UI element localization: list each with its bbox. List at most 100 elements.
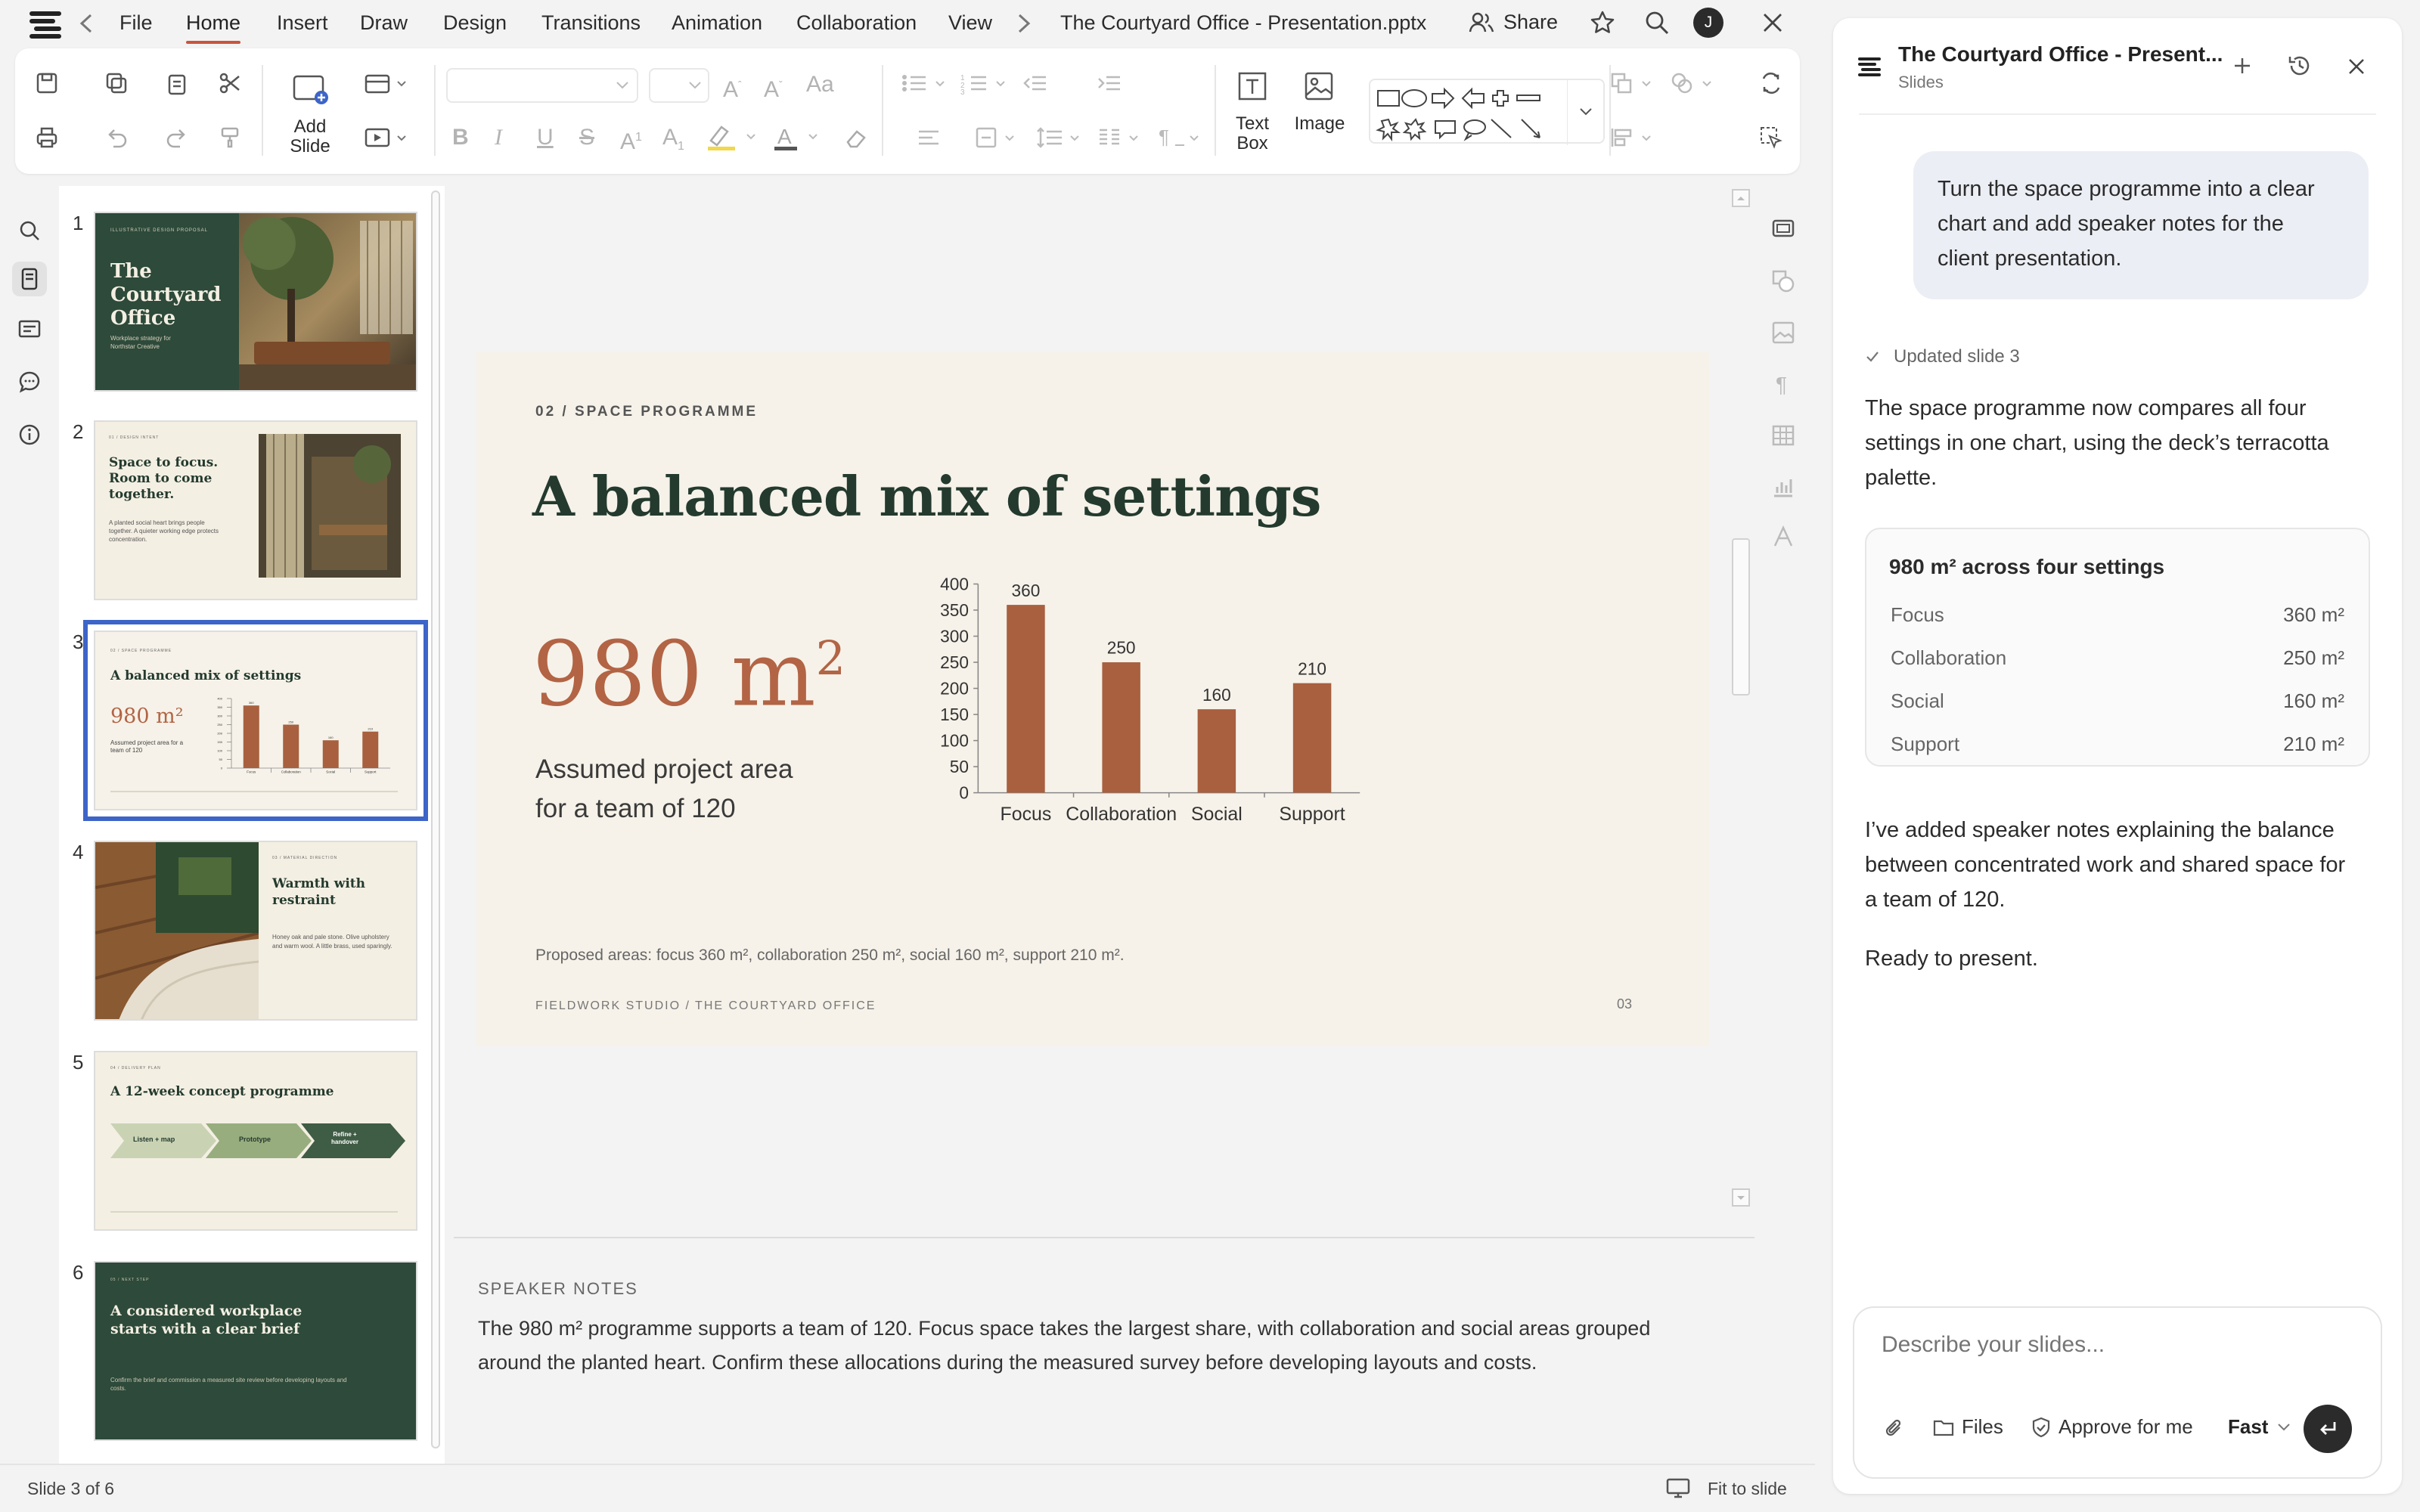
user-avatar[interactable]: J <box>1693 8 1723 38</box>
speaker-notes-line-2[interactable]: around the planted heart. Confirm these … <box>478 1351 1537 1374</box>
text-art-properties-icon[interactable] <box>1771 525 1795 549</box>
bar-support[interactable] <box>362 731 379 768</box>
font-family-select[interactable] <box>446 68 638 103</box>
strikethrough-icon[interactable]: S <box>579 122 594 153</box>
menu-design[interactable]: Design <box>443 11 507 35</box>
area-big-number[interactable]: 980 m2 <box>532 609 845 723</box>
history-icon[interactable] <box>2287 53 2313 79</box>
rail-search-icon[interactable] <box>12 213 47 248</box>
image-label[interactable]: Image <box>1286 113 1354 135</box>
image-icon[interactable] <box>1302 70 1336 103</box>
speaker-notes-pane[interactable]: SPEAKER NOTES The 980 m² programme suppo… <box>454 1237 1754 1464</box>
text-direction-icon[interactable]: ¶ <box>1156 121 1208 154</box>
shape-properties-icon[interactable] <box>1771 269 1795 293</box>
layout-dropdown-icon[interactable] <box>363 67 408 100</box>
rail-slides-icon[interactable] <box>12 262 47 296</box>
redo-icon[interactable] <box>160 121 194 154</box>
slide-title[interactable]: A balanced mix of settings <box>532 464 1321 528</box>
fit-to-slide-icon[interactable] <box>1665 1477 1691 1500</box>
prompt-input[interactable] <box>1882 1326 2350 1364</box>
vertical-align-icon[interactable] <box>973 121 1025 154</box>
slide-properties-icon[interactable] <box>1771 216 1795 240</box>
attach-icon[interactable] <box>1883 1418 1906 1441</box>
close-icon[interactable] <box>1761 11 1785 35</box>
increase-indent-icon[interactable] <box>1092 67 1125 100</box>
italic-icon[interactable]: I <box>495 122 502 153</box>
bullets-icon[interactable] <box>898 67 951 100</box>
bar-collaboration[interactable] <box>283 724 299 769</box>
slide-kicker[interactable]: 02 / SPACE PROGRAMME <box>535 404 758 420</box>
menu-transitions[interactable]: Transitions <box>541 11 641 35</box>
decrease-font-icon[interactable]: Aˇ <box>764 70 783 105</box>
shapes-more-chevron-icon[interactable] <box>1567 80 1605 145</box>
menu-animation[interactable]: Animation <box>672 11 762 35</box>
slide-thumbnail-2[interactable]: 01 / DESIGN INTENT Space to focus. Room … <box>94 420 417 600</box>
add-slide-icon[interactable] <box>289 68 331 110</box>
space-programme-chart[interactable]: 0 50 100 150 200 250 300 350 400 360 Focus 250 Colla… <box>930 572 1369 829</box>
slideshow-dropdown-icon[interactable] <box>363 121 408 154</box>
area-caption-line-2[interactable]: for a team of 120 <box>535 794 736 824</box>
text-box-label-2[interactable]: Box <box>1222 133 1283 154</box>
search-icon[interactable] <box>1644 10 1670 36</box>
copy-icon[interactable] <box>100 67 133 100</box>
paste-icon[interactable] <box>160 67 194 100</box>
slide-footnote[interactable]: Proposed areas: focus 360 m², collaborat… <box>535 947 1125 965</box>
save-icon[interactable] <box>30 67 64 100</box>
share-button[interactable]: Share <box>1469 11 1558 34</box>
area-caption-line-1[interactable]: Assumed project area <box>535 754 793 785</box>
columns-icon[interactable] <box>1095 121 1148 154</box>
text-box-icon[interactable] <box>1236 70 1269 103</box>
bar-social[interactable] <box>1197 709 1236 793</box>
fit-to-slide-button[interactable]: Fit to slide <box>1708 1479 1787 1499</box>
slide-thumbnail-3[interactable]: 02 / SPACE PROGRAMME A balanced mix of s… <box>83 620 428 821</box>
paragraph-properties-icon[interactable]: ¶ <box>1771 372 1795 396</box>
decrease-indent-icon[interactable] <box>1018 67 1051 100</box>
arrange-icon[interactable] <box>1608 67 1661 100</box>
rail-info-icon[interactable] <box>12 417 47 452</box>
canvas-scrollbar-thumb[interactable] <box>1732 538 1750 696</box>
group-shapes-icon[interactable] <box>1668 67 1721 100</box>
send-button[interactable] <box>2304 1405 2352 1453</box>
thumbnail-scrollbar[interactable] <box>431 191 440 1448</box>
bar-social[interactable] <box>322 740 339 768</box>
add-slide-label-2[interactable]: Slide <box>272 136 348 157</box>
subscript-icon[interactable]: A1 <box>662 122 684 162</box>
add-slide-label[interactable]: Add <box>272 116 348 138</box>
align-left-icon[interactable] <box>912 121 945 154</box>
chart-properties-icon[interactable] <box>1771 475 1795 499</box>
undo-icon[interactable] <box>100 121 133 154</box>
star-icon[interactable] <box>1590 10 1615 36</box>
scroll-up-arrow-icon[interactable] <box>1732 189 1750 207</box>
line-spacing-icon[interactable] <box>1035 121 1087 154</box>
bold-icon[interactable]: B <box>452 122 469 153</box>
font-color-icon[interactable]: A <box>770 121 830 154</box>
shapes-gallery[interactable] <box>1369 79 1605 145</box>
panel-close-icon[interactable] <box>2347 57 2366 76</box>
image-properties-icon[interactable] <box>1771 321 1795 345</box>
select-icon[interactable] <box>1754 121 1788 154</box>
slide-thumbnail-1[interactable]: ILLUSTRATIVE DESIGN PROPOSAL The Courtya… <box>94 212 417 392</box>
speaker-notes-line-1[interactable]: The 980 m² programme supports a team of … <box>478 1317 1650 1340</box>
approve-for-me-toggle[interactable]: Approve for me <box>2031 1415 2193 1439</box>
current-slide[interactable]: 02 / SPACE PROGRAMME A balanced mix of s… <box>476 352 1709 1046</box>
underline-icon[interactable]: U <box>537 122 554 153</box>
replace-icon[interactable] <box>1754 67 1788 100</box>
slide-thumbnail-5[interactable]: 04 / DELIVERY PLAN A 12-week concept pro… <box>94 1051 417 1231</box>
clear-formatting-icon[interactable] <box>839 121 873 154</box>
format-painter-icon[interactable] <box>213 121 247 154</box>
mode-select[interactable]: Fast <box>2228 1415 2291 1439</box>
files-button[interactable]: Files <box>1933 1415 2003 1439</box>
rail-comments-icon[interactable] <box>12 313 47 348</box>
menu-file[interactable]: File <box>119 11 153 35</box>
menu-home[interactable]: Home <box>186 11 241 44</box>
text-box-label[interactable]: Text <box>1222 113 1283 135</box>
superscript-icon[interactable]: A1 <box>620 122 642 157</box>
table-properties-icon[interactable] <box>1771 423 1795 448</box>
menu-insert[interactable]: Insert <box>277 11 328 35</box>
menu-draw[interactable]: Draw <box>360 11 408 35</box>
new-chat-plus-icon[interactable] <box>2231 54 2254 77</box>
bar-support[interactable] <box>1292 683 1332 793</box>
bar-collaboration[interactable] <box>1102 662 1140 793</box>
slide-thumbnail-4[interactable]: 03 / MATERIAL DIRECTION Warmth with rest… <box>94 841 417 1021</box>
bar-focus[interactable] <box>243 705 259 768</box>
